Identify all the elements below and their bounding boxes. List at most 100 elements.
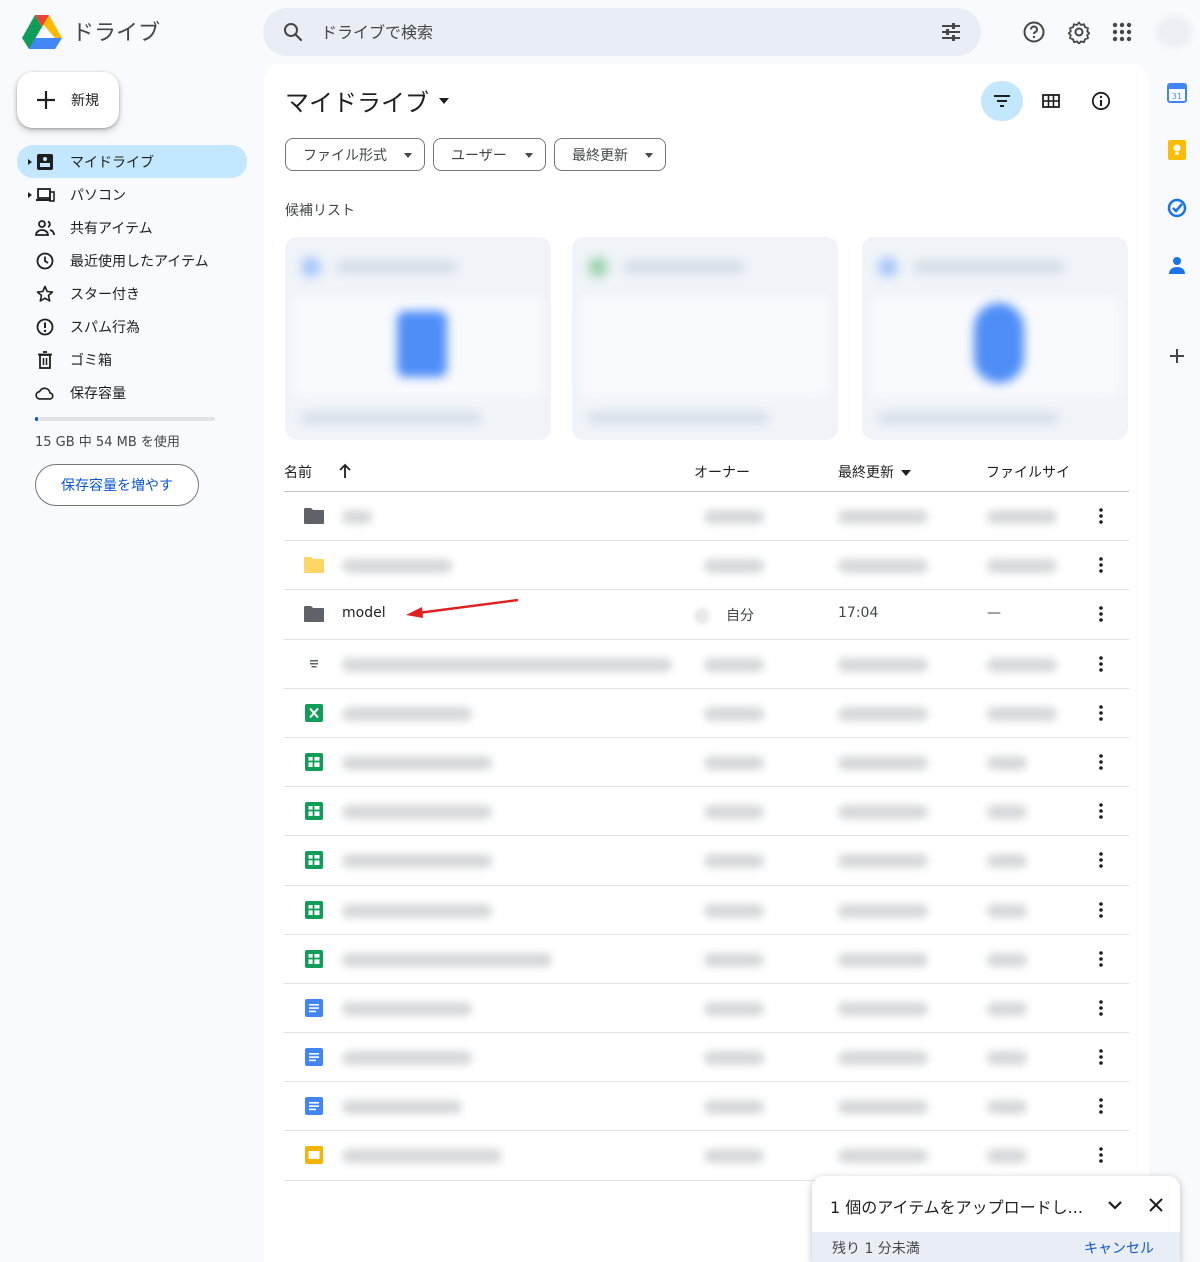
app-title[interactable]: ドライブ <box>72 15 160 47</box>
table-row[interactable] <box>284 738 1129 788</box>
contacts-icon[interactable] <box>1166 254 1188 276</box>
grid-view-button[interactable] <box>1030 81 1072 121</box>
blurred-owner <box>704 510 764 524</box>
table-row[interactable] <box>284 984 1129 1034</box>
page-title-text: マイドライブ <box>285 89 429 117</box>
tasks-icon[interactable] <box>1166 197 1188 219</box>
blurred-size <box>987 510 1057 524</box>
main-panel: マイドライブ ファイル形式 ユーザー 最終更新 候補リスト 名前 オーナー 最終… <box>264 64 1149 1262</box>
blurred-name <box>342 559 452 574</box>
sidebar-item-computers[interactable]: パソコン <box>17 178 247 211</box>
upload-status-text: 残り 1 分未満 <box>832 1241 920 1257</box>
more-actions-icon[interactable] <box>1090 553 1112 577</box>
filter-chip-modified[interactable]: 最終更新 <box>554 138 666 171</box>
sidebar-item-starred[interactable]: スター付き <box>17 277 247 310</box>
get-more-storage-button[interactable]: 保存容量を増やす <box>35 464 199 506</box>
table-row[interactable] <box>284 492 1129 542</box>
sidebar-item-recent[interactable]: 最近使用したアイテム <box>17 244 247 277</box>
sidebar-item-spam[interactable]: スパム行為 <box>17 310 247 343</box>
more-actions-icon[interactable] <box>1090 1045 1112 1069</box>
expand-caret-icon[interactable] <box>26 158 34 166</box>
sidebar-item-trash[interactable]: ゴミ箱 <box>17 343 247 376</box>
sidebar-item-label: マイドライブ <box>70 154 154 171</box>
upload-cancel-button[interactable]: キャンセル <box>1084 1238 1154 1258</box>
star-icon <box>35 284 55 304</box>
more-actions-icon[interactable] <box>1090 996 1112 1020</box>
search-bar[interactable] <box>263 8 981 56</box>
chevron-down-icon[interactable] <box>901 470 911 476</box>
table-row[interactable] <box>284 1082 1129 1132</box>
table-row[interactable] <box>284 1033 1129 1083</box>
shared-icon <box>35 218 55 238</box>
search-icon[interactable] <box>281 20 305 44</box>
help-icon[interactable] <box>1018 16 1050 48</box>
excel-file-icon <box>303 703 325 723</box>
sort-arrow-up-icon[interactable] <box>338 463 352 479</box>
avatar[interactable] <box>1156 16 1192 48</box>
more-actions-icon[interactable] <box>1090 799 1112 823</box>
close-icon[interactable] <box>1145 1194 1167 1216</box>
blurred-name <box>342 805 492 820</box>
table-row[interactable] <box>284 1131 1129 1181</box>
recent-clock-icon <box>35 251 55 271</box>
blurred-modified <box>838 903 928 918</box>
filter-list-button[interactable] <box>981 81 1023 121</box>
page-title[interactable]: マイドライブ <box>285 83 449 118</box>
top-bar: ドライブ <box>0 0 1200 64</box>
blurred-owner <box>704 706 764 721</box>
filter-chip-people[interactable]: ユーザー <box>433 138 546 171</box>
tune-icon[interactable] <box>939 20 963 44</box>
filter-chip-file-type[interactable]: ファイル形式 <box>285 138 425 171</box>
more-actions-icon[interactable] <box>1090 1143 1112 1167</box>
suggested-section-label: 候補リスト <box>285 203 355 219</box>
blurred-owner <box>704 1051 764 1066</box>
drive-logo-icon[interactable] <box>22 13 62 49</box>
blurred-name <box>342 1149 502 1164</box>
more-actions-icon[interactable] <box>1090 898 1112 922</box>
column-header-name[interactable]: 名前 <box>284 462 312 482</box>
suggested-card[interactable] <box>572 237 838 440</box>
sidebar-item-my-drive[interactable]: マイドライブ <box>17 145 247 178</box>
apps-grid-icon[interactable] <box>1106 16 1138 48</box>
more-actions-icon[interactable] <box>1090 652 1112 676</box>
suggested-card[interactable] <box>862 237 1128 440</box>
sidebar-item-storage[interactable]: 保存容量 <box>17 376 247 409</box>
expand-caret-icon[interactable] <box>26 191 34 199</box>
my-drive-icon <box>35 152 55 172</box>
sidebar-item-shared[interactable]: 共有アイテム <box>17 211 247 244</box>
file-size: — <box>987 605 1001 622</box>
table-row[interactable] <box>284 886 1129 935</box>
more-actions-icon[interactable] <box>1090 848 1112 872</box>
search-input[interactable] <box>321 20 921 44</box>
more-actions-icon[interactable] <box>1090 947 1112 971</box>
table-row[interactable] <box>284 935 1129 984</box>
more-actions-icon[interactable] <box>1090 701 1112 725</box>
more-actions-icon[interactable] <box>1090 602 1112 626</box>
settings-icon[interactable] <box>1063 16 1095 48</box>
calendar-icon[interactable]: 31 <box>1166 82 1188 104</box>
add-addon-icon[interactable] <box>1166 345 1188 367</box>
column-header-modified[interactable]: 最終更新 <box>838 462 894 482</box>
column-header-size[interactable]: ファイルサイ <box>986 462 1070 482</box>
table-row[interactable] <box>284 787 1129 837</box>
sheets-file-icon <box>303 949 325 969</box>
table-row[interactable] <box>284 689 1129 738</box>
new-button[interactable]: 新規 <box>17 72 119 128</box>
sidebar-item-label: パソコン <box>70 187 126 204</box>
file-name[interactable]: model <box>342 605 386 621</box>
blurred-size <box>987 706 1057 721</box>
more-actions-icon[interactable] <box>1090 1094 1112 1118</box>
more-actions-icon[interactable] <box>1090 750 1112 774</box>
table-row[interactable] <box>284 541 1129 591</box>
more-actions-icon[interactable] <box>1090 504 1112 528</box>
table-row[interactable] <box>284 836 1129 886</box>
details-info-button[interactable] <box>1080 81 1122 121</box>
table-row[interactable] <box>284 640 1129 689</box>
new-button-label: 新規 <box>71 93 99 109</box>
suggested-card[interactable] <box>285 237 551 440</box>
keep-icon[interactable] <box>1166 139 1188 161</box>
collapse-chevron-icon[interactable] <box>1104 1194 1126 1216</box>
column-header-owner[interactable]: オーナー <box>694 462 750 482</box>
filter-chip-label: ファイル形式 <box>303 147 387 164</box>
blurred-name <box>342 1001 472 1016</box>
